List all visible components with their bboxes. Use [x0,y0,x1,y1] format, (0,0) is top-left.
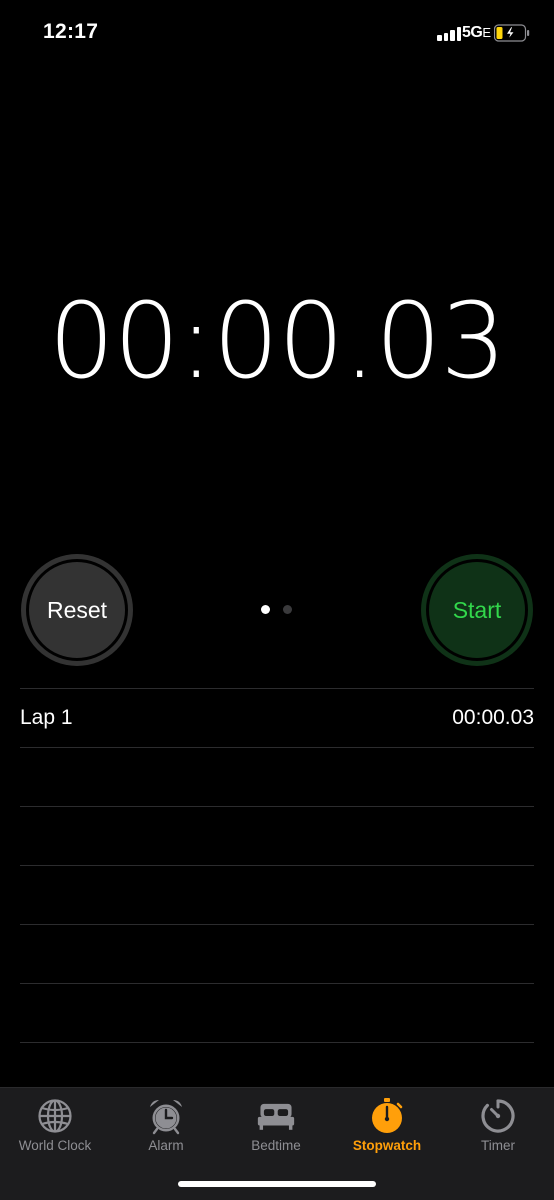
start-button[interactable]: Start [421,554,533,666]
lap-time: 00:00.03 [452,706,534,729]
lap-row-empty [20,983,534,1042]
tab-timer[interactable]: Timer [443,1088,553,1168]
tab-bedtime[interactable]: Bedtime [221,1088,331,1168]
network-label: 5G [462,24,483,41]
home-indicator[interactable] [178,1181,376,1187]
page-dot-active [261,605,270,614]
elapsed-time-display: 00:00.03 [0,280,554,402]
lap-row-empty [20,1042,534,1043]
stopwatch-icon [368,1097,406,1135]
battery-charging-icon [494,24,530,42]
tab-world-clock[interactable]: World Clock [0,1088,110,1168]
cellular-signal-icon [437,26,463,41]
stopwatch-screen: 12:17 5GE 00:00.03 Reset Start Lap 1 00:… [0,0,554,1200]
reset-button-label: Reset [26,559,128,661]
laps-list: Lap 1 00:00.03 [20,688,534,1043]
tab-label: Timer [481,1138,515,1153]
tab-label: Stopwatch [352,1138,422,1153]
tab-alarm[interactable]: Alarm [111,1088,221,1168]
alarm-clock-icon [147,1097,185,1135]
elapsed-time: 00:00.03 [48,280,506,402]
page-indicator[interactable] [261,605,293,615]
globe-icon [36,1097,74,1135]
tab-label: Bedtime [251,1138,301,1153]
lap-row-empty [20,747,534,806]
start-button-label: Start [426,559,528,661]
status-time: 12:17 [43,20,99,43]
lap-row-empty [20,806,534,865]
bed-icon [257,1097,295,1135]
reset-button[interactable]: Reset [21,554,133,666]
network-type: 5GE [462,24,491,42]
page-dot-inactive [283,605,292,614]
tab-label: World Clock [18,1138,92,1153]
lap-row-empty [20,865,534,924]
lap-row-empty [20,924,534,983]
lap-label: Lap 1 [20,706,73,729]
network-suffix: E [482,25,491,40]
lap-row: Lap 1 00:00.03 [20,688,534,747]
timer-icon [479,1097,517,1135]
tab-stopwatch[interactable]: Stopwatch [332,1088,442,1168]
status-bar: 12:17 5GE [0,0,554,66]
tab-label: Alarm [148,1138,184,1153]
